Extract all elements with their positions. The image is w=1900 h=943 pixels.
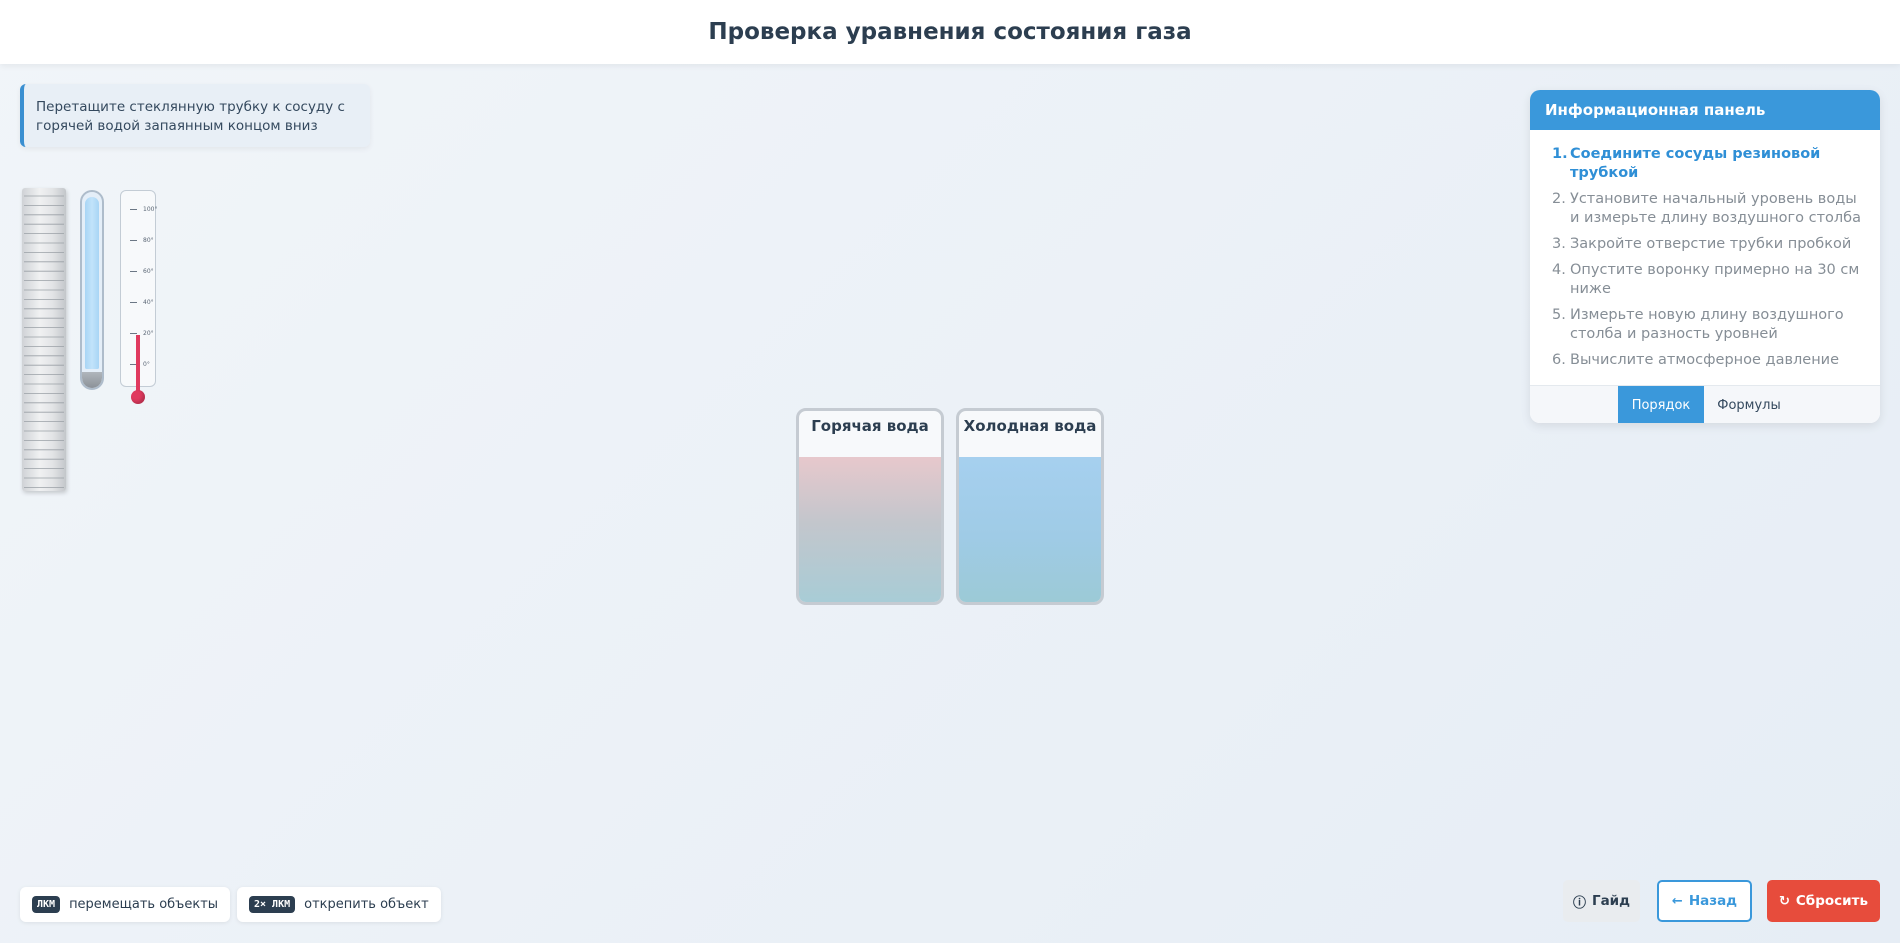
step-text: Опустите воронку примерно на 30 см ниже (1570, 262, 1860, 297)
step-number: 1. (1552, 146, 1568, 162)
step-number: 5. (1552, 307, 1566, 323)
cold-water-label: Холодная вода (963, 417, 1097, 435)
tube-water (85, 197, 99, 369)
back-button-label: Назад (1688, 893, 1738, 909)
thermometer-label: 60° (143, 268, 154, 275)
info-icon: ⓘ (1572, 895, 1586, 911)
back-button[interactable]: ← Назад (1657, 880, 1752, 922)
thermometer-label: 0° (143, 361, 150, 368)
step-item: 2. Установите начальный уровень воды и из… (1552, 190, 1862, 228)
step-number: 4. (1552, 262, 1566, 278)
ruler-scale (24, 195, 64, 488)
ruler[interactable] (22, 188, 66, 491)
cold-water (959, 457, 1101, 602)
thermometer-tick (130, 271, 137, 272)
legend-move: ЛКМ перемещать объекты (20, 887, 231, 922)
reset-icon: ↻ (1778, 893, 1790, 909)
legend-detach-text: открепить объект (304, 897, 429, 912)
thermometer-tick (130, 209, 137, 210)
hot-water-vessel[interactable]: Горячая вода (796, 408, 944, 605)
step-number: 6. (1552, 352, 1566, 368)
header: Проверка уравнения состояния газа (0, 0, 1900, 64)
hot-water-label: Горячая вода (811, 417, 929, 435)
tube-sealed-end (82, 372, 102, 388)
legend-move-text: перемещать объекты (69, 897, 219, 912)
instruction-hint: Перетащите стеклянную трубку к сосуду с … (20, 84, 370, 147)
step-item: 1. Соедините сосуды резиновой трубкой (1552, 145, 1862, 183)
info-panel: Информационная панель 1. Соедините сосуды… (1530, 90, 1880, 423)
step-text: Измерьте новую длину воздушного столба и… (1570, 307, 1844, 342)
step-item: 5. Измерьте новую длину воздушного столба… (1552, 306, 1862, 344)
thermometer-label: 80° (143, 237, 154, 244)
step-number: 3. (1552, 236, 1566, 252)
info-panel-tabs: Порядок Формулы (1530, 385, 1880, 423)
thermometer-label: 40° (143, 299, 154, 306)
reset-button-label: Сбросить (1795, 893, 1868, 909)
thermometer-column (136, 335, 140, 395)
thermometer-label: 20° (143, 330, 154, 337)
glass-tube[interactable] (80, 190, 104, 390)
guide-button-label: Гайд (1591, 893, 1631, 909)
arrow-left-icon: ← (1671, 893, 1683, 909)
step-item: 4. Опустите воронку примерно на 30 см ниж… (1552, 261, 1862, 299)
cold-water-vessel[interactable]: Холодная вода (956, 408, 1104, 605)
step-text: Закройте отверстие трубки пробкой (1570, 236, 1852, 252)
info-panel-title: Информационная панель (1530, 90, 1880, 130)
guide-button[interactable]: ⓘ Гайд (1563, 880, 1640, 922)
thermometer-tick (130, 302, 137, 303)
step-text: Установите начальный уровень воды и изме… (1570, 191, 1861, 226)
thermometer-tick (130, 333, 137, 334)
tab-formulas[interactable]: Формулы (1704, 386, 1794, 423)
step-item: 6. Вычислите атмосферное давление (1552, 351, 1862, 370)
thermometer-tick (130, 240, 137, 241)
steps-list: 1. Соедините сосуды резиновой трубкой 2. У… (1530, 130, 1880, 370)
reset-button[interactable]: ↻ Сбросить (1767, 880, 1880, 922)
hot-water (799, 457, 941, 602)
thermometer-label: 100° (143, 206, 158, 213)
thermometer-bulb (131, 390, 145, 404)
left-click-key: ЛКМ (32, 896, 61, 913)
step-number: 2. (1552, 191, 1566, 207)
legend-detach: 2× ЛКМ открепить объект (237, 887, 441, 922)
double-click-key: 2× ЛКМ (249, 896, 296, 913)
tab-order[interactable]: Порядок (1618, 386, 1704, 423)
step-text: Вычислите атмосферное давление (1570, 352, 1840, 368)
step-item: 3. Закройте отверстие трубки пробкой (1552, 235, 1862, 254)
page-title: Проверка уравнения состояния газа (708, 19, 1192, 45)
step-text: Соедините сосуды резиновой трубкой (1570, 146, 1821, 181)
